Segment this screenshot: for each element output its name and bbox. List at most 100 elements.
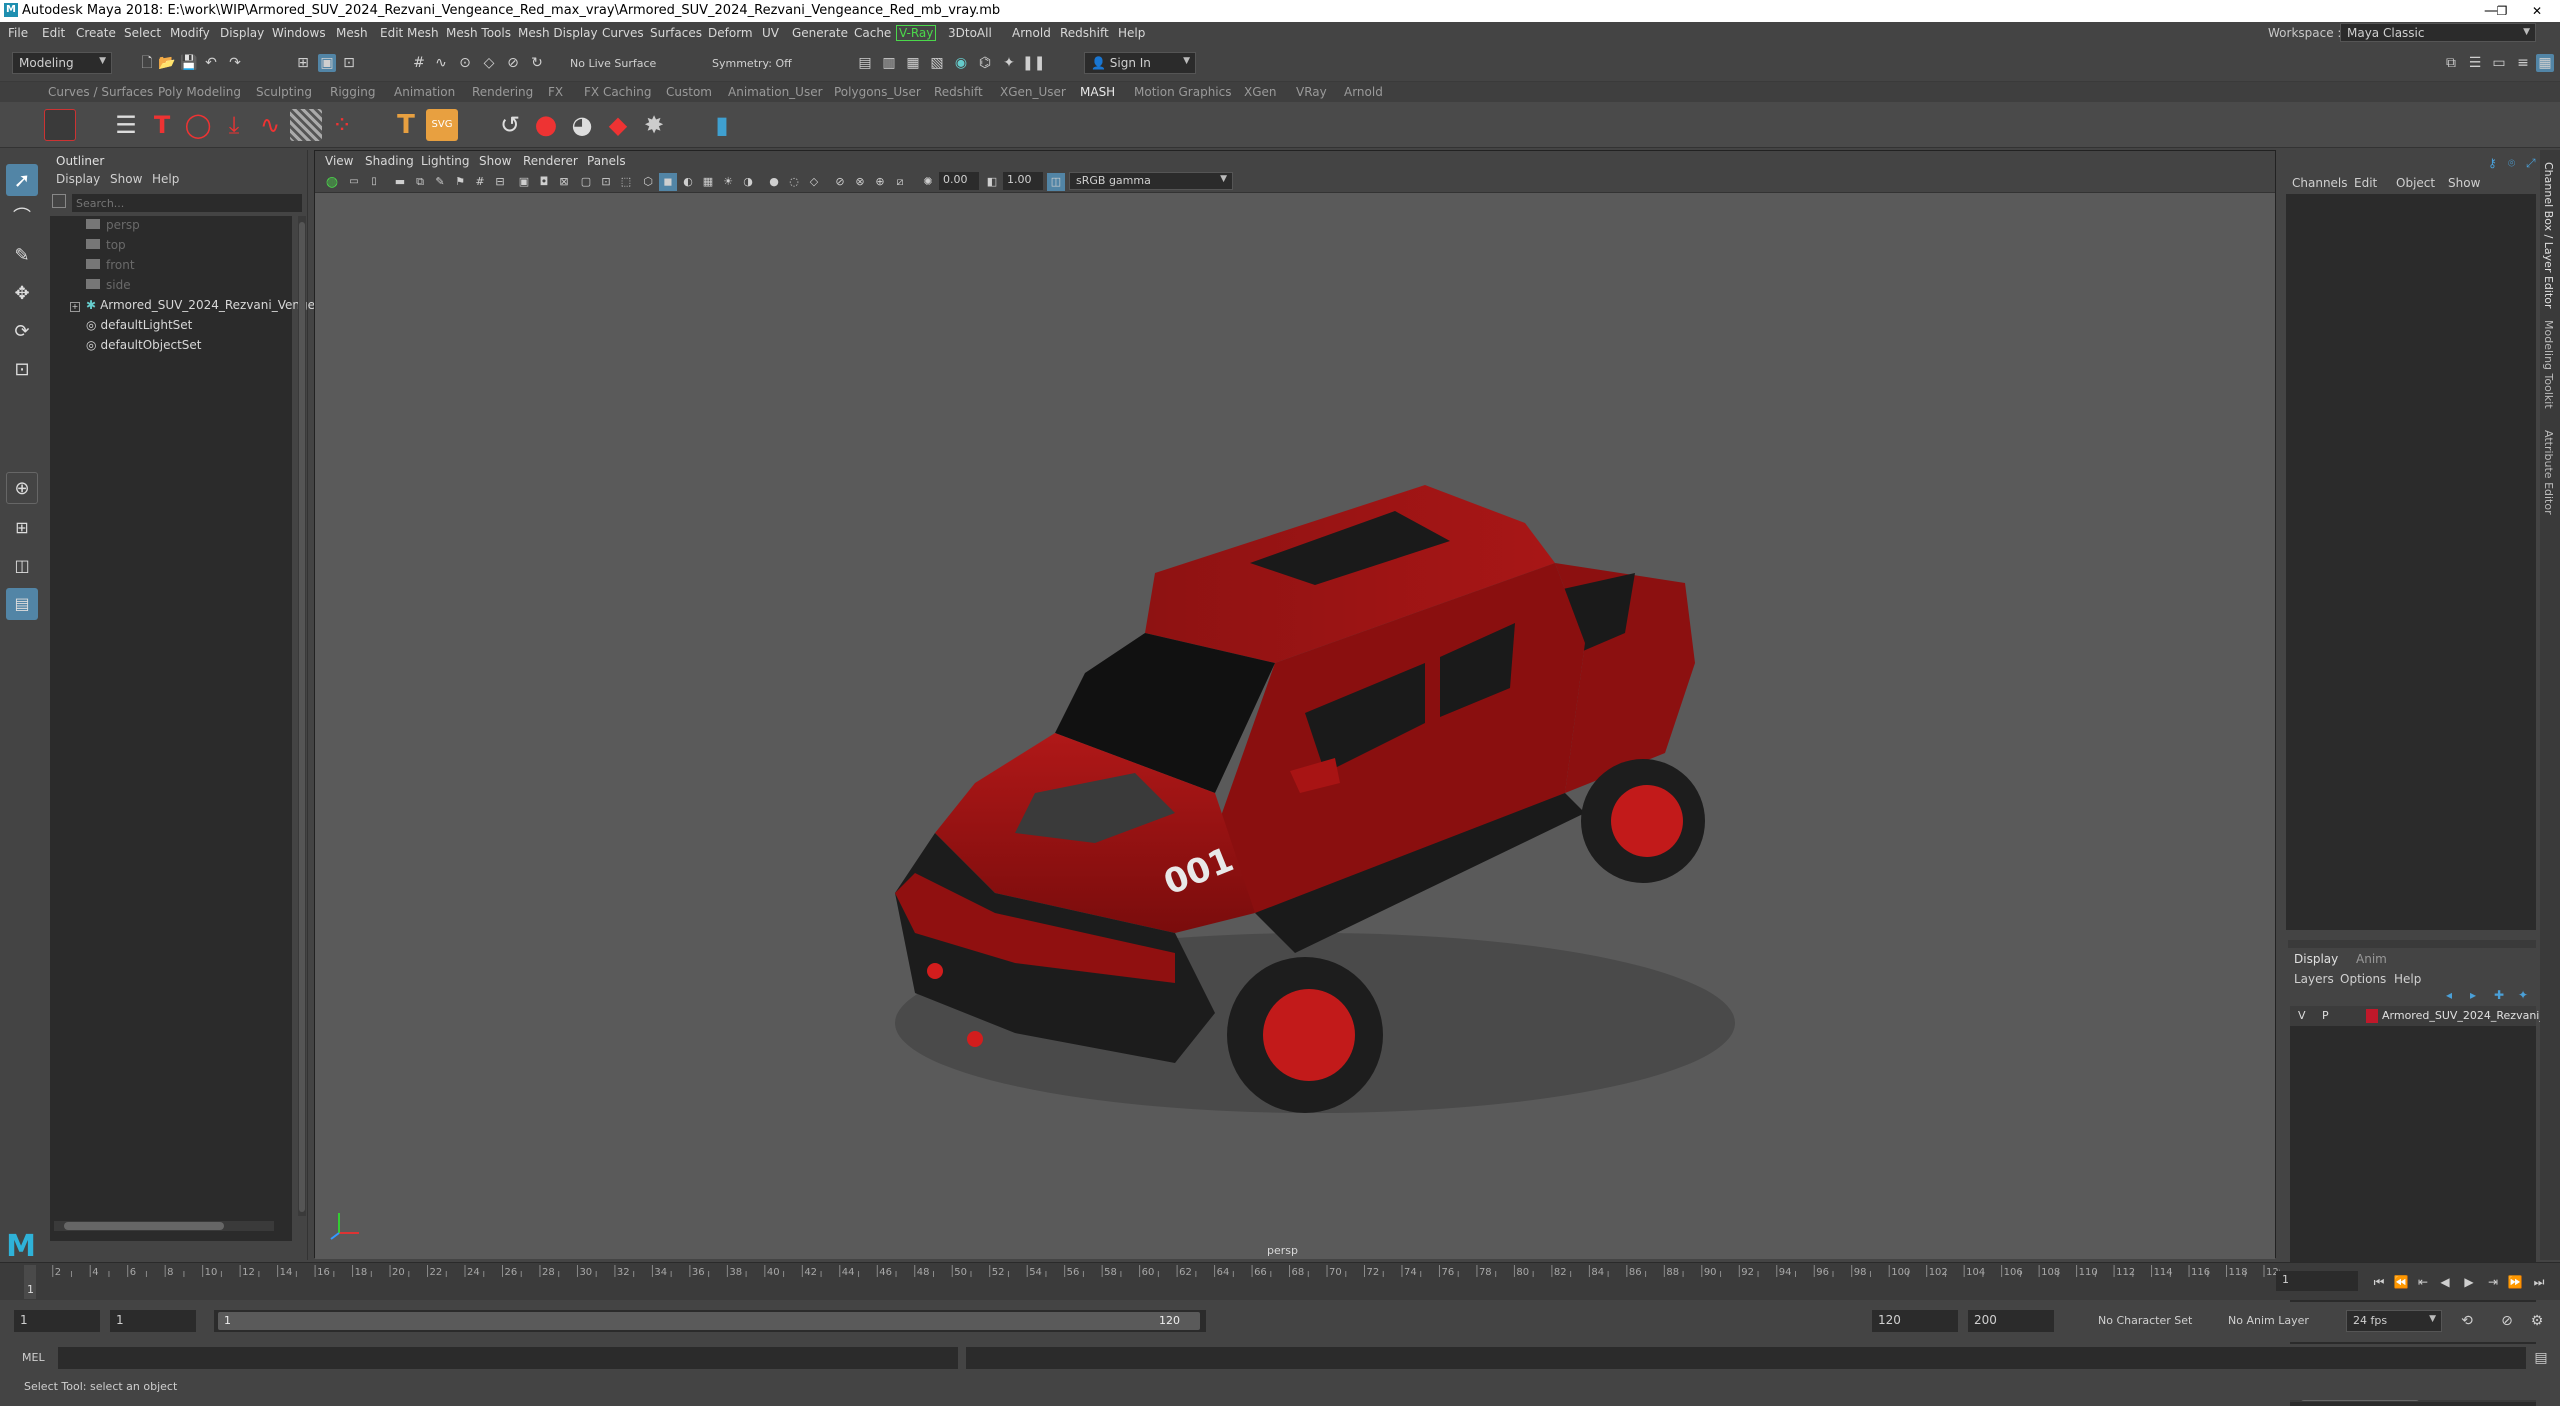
- mash-network-icon[interactable]: [44, 109, 76, 141]
- outliner-hscrollbar[interactable]: [54, 1221, 274, 1231]
- four-view-layout-icon[interactable]: ⊞: [6, 512, 38, 544]
- layer-tab-display[interactable]: Display: [2294, 952, 2338, 966]
- range-handle[interactable]: 1 120: [218, 1312, 1200, 1330]
- search-options-icon[interactable]: [52, 194, 66, 208]
- workspace-dropdown[interactable]: Maya Classic ▼: [2340, 23, 2536, 42]
- type-tool-icon[interactable]: T: [390, 109, 422, 141]
- mash-bullet-icon[interactable]: ◕: [566, 109, 598, 141]
- shelf-tab-rendering[interactable]: Rendering: [472, 85, 533, 99]
- step-back-frame-icon[interactable]: ⇤: [2414, 1273, 2432, 1291]
- menu-generate[interactable]: Generate: [792, 26, 848, 40]
- go-to-start-icon[interactable]: ⏮: [2370, 1273, 2388, 1291]
- shelf-tab-animation-user[interactable]: Animation_User: [728, 85, 823, 99]
- layer-color-swatch[interactable]: [2366, 1009, 2378, 1023]
- menu-arnold[interactable]: Arnold: [1012, 26, 1051, 40]
- outliner-menu-help[interactable]: Help: [152, 172, 179, 186]
- outliner-item-top[interactable]: top: [86, 238, 126, 258]
- shelf-tab-polygons-user[interactable]: Polygons_User: [834, 85, 921, 99]
- shadows-icon[interactable]: ◑: [739, 173, 757, 191]
- menu-cache[interactable]: Cache: [854, 26, 891, 40]
- snap-rotate-icon[interactable]: ↻: [528, 54, 546, 72]
- shelf-tab-rigging[interactable]: Rigging: [330, 85, 375, 99]
- scale-tool-icon[interactable]: ⊡: [6, 354, 38, 386]
- menu-display[interactable]: Display: [220, 26, 264, 40]
- layer-visibility-toggle[interactable]: V: [2298, 1009, 2306, 1022]
- menu-uv[interactable]: UV: [762, 26, 779, 40]
- color-management-icon[interactable]: ◫: [1047, 173, 1065, 191]
- render-settings-icon[interactable]: ▧: [928, 54, 946, 72]
- mash-spline-icon[interactable]: ∿: [254, 109, 286, 141]
- channel-box-expand-icon[interactable]: ⤢: [2526, 156, 2536, 171]
- move-tool-icon[interactable]: ✥: [6, 278, 38, 310]
- anim-preferences-icon[interactable]: ⚙: [2528, 1312, 2546, 1330]
- undo-icon[interactable]: ↶: [202, 54, 220, 72]
- xray-joints-icon[interactable]: ⊗: [851, 173, 869, 191]
- layers-menu[interactable]: Layers: [2294, 972, 2334, 986]
- menu-select[interactable]: Select: [124, 26, 161, 40]
- safe-title-icon[interactable]: ⊡: [597, 173, 615, 191]
- loop-icon[interactable]: ⟲: [2458, 1312, 2476, 1330]
- show-manipulator-icon[interactable]: ⊕: [6, 472, 38, 504]
- menu-windows[interactable]: Windows: [272, 26, 326, 40]
- smooth-shade-icon[interactable]: ◼: [659, 173, 677, 191]
- viewport-menu-show[interactable]: Show: [479, 154, 511, 168]
- time-slider[interactable]: 2 4 6 8 10 12 14 16 18 20 22 24 26 28 30 32 34 36 38 40 42 44…: [0, 1262, 2560, 1300]
- wireframe-icon[interactable]: ⬚: [617, 173, 635, 191]
- isolate-select-icon[interactable]: ⬡: [639, 173, 657, 191]
- gamma-icon[interactable]: ◧: [983, 173, 1001, 191]
- mash-grid-icon[interactable]: [290, 109, 322, 141]
- playback-end-field[interactable]: 120: [1872, 1310, 1958, 1332]
- exposure-field[interactable]: 0.00: [939, 172, 979, 190]
- attribute-editor-toggle-icon[interactable]: ☰: [2466, 54, 2484, 72]
- vray-render-icon[interactable]: ✦: [1000, 54, 1018, 72]
- shelf-tab-custom[interactable]: Custom: [666, 85, 712, 99]
- color-space-dropdown[interactable]: sRGB gamma ▼: [1069, 172, 1233, 190]
- playback-start-field[interactable]: 1: [110, 1310, 196, 1332]
- svg-tool-icon[interactable]: SVG: [426, 109, 458, 141]
- layer-options-menu[interactable]: Options: [2340, 972, 2386, 986]
- snap-grid-icon[interactable]: #: [410, 54, 428, 72]
- move-layer-up-icon[interactable]: ◂: [2446, 988, 2452, 1002]
- new-scene-icon[interactable]: 🗋: [138, 54, 156, 72]
- select-tool-icon[interactable]: ➚: [6, 164, 38, 196]
- paint-select-icon[interactable]: ✎: [6, 240, 38, 272]
- mash-drop-icon[interactable]: ⤓: [218, 109, 250, 141]
- channel-box-key-icon[interactable]: ⚷: [2488, 156, 2497, 170]
- xray-components-icon[interactable]: ⊕: [871, 173, 889, 191]
- antialias-icon[interactable]: ◇: [805, 173, 823, 191]
- bookmark-icon[interactable]: ⚑: [451, 173, 469, 191]
- redo-icon[interactable]: ↷: [226, 54, 244, 72]
- menu-redshift[interactable]: Redshift: [1060, 26, 1109, 40]
- menu-edit[interactable]: Edit: [42, 26, 65, 40]
- snap-point-icon[interactable]: ⊙: [456, 54, 474, 72]
- grease-pencil-icon[interactable]: ✎: [431, 173, 449, 191]
- outliner-item-default-light-set[interactable]: ◎ defaultLightSet: [86, 318, 192, 338]
- viewport-menu-shading[interactable]: Shading: [365, 154, 414, 168]
- close-icon[interactable]: ✕: [2514, 0, 2560, 22]
- move-layer-down-icon[interactable]: ▸: [2470, 988, 2476, 1002]
- outliner-menu-show[interactable]: Show: [110, 172, 142, 186]
- menu-curves[interactable]: Curves: [602, 26, 644, 40]
- open-scene-icon[interactable]: 📂: [158, 54, 176, 72]
- channel-edit-menu[interactable]: Edit: [2354, 176, 2377, 190]
- two-view-layout-icon[interactable]: ◫: [6, 550, 38, 582]
- pause-icon[interactable]: ❚❚: [1022, 54, 1045, 72]
- outliner-item-default-object-set[interactable]: ◎ defaultObjectSet: [86, 338, 202, 358]
- shelf-tab-vray[interactable]: VRay: [1296, 85, 1327, 99]
- layer-row[interactable]: V P Armored_SUV_2024_Rezvani_V: [2290, 1006, 2552, 1026]
- panel-divider[interactable]: [2288, 940, 2536, 948]
- channels-menu[interactable]: Channels: [2292, 176, 2348, 190]
- side-tab-modeling-toolkit[interactable]: Modeling Toolkit: [2542, 320, 2555, 409]
- menu-file[interactable]: File: [8, 26, 28, 40]
- shelf-tab-motion-graphics[interactable]: Motion Graphics: [1134, 85, 1232, 99]
- menu-edit-mesh[interactable]: Edit Mesh: [380, 26, 439, 40]
- menu-mesh-tools[interactable]: Mesh Tools: [446, 26, 511, 40]
- scene-start-field[interactable]: 1: [14, 1310, 100, 1332]
- viewport-menu-panels[interactable]: Panels: [587, 154, 626, 168]
- lasso-tool-icon[interactable]: ⌒: [6, 202, 38, 234]
- side-tab-attribute-editor[interactable]: Attribute Editor: [2542, 430, 2555, 515]
- channel-show-menu[interactable]: Show: [2448, 176, 2480, 190]
- resolution-gate-icon[interactable]: ▣: [515, 173, 533, 191]
- sign-in-button[interactable]: 👤 Sign In ▼: [1084, 52, 1196, 74]
- new-layer-icon[interactable]: ✚: [2494, 988, 2504, 1002]
